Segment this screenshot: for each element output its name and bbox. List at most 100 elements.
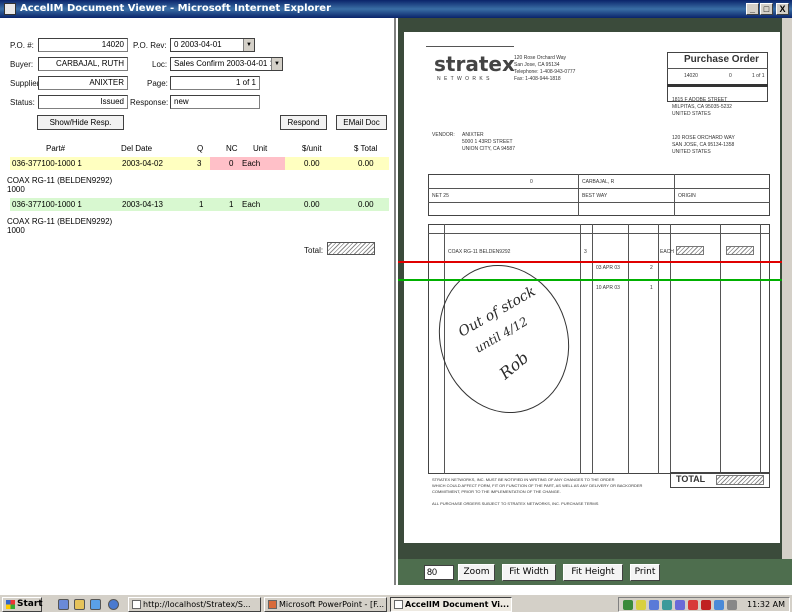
bill-to-2: SAN JOSE, CA 95134-1358 — [672, 142, 735, 148]
buyer-field[interactable]: CARBAJAL, RUTH — [38, 57, 128, 71]
doc-buyer: CARBAJAL, R — [582, 179, 615, 185]
windows-taskbar: Start http://localhost/Stratex/S... Micr… — [0, 594, 792, 612]
folder-quicklaunch-icon[interactable] — [74, 599, 85, 610]
doc-page: 1 of 1 — [752, 73, 765, 79]
col-header-price: $/unit — [302, 144, 322, 153]
row-description-2: 1000 — [7, 185, 25, 194]
po-number-label: P.O. #: — [10, 41, 34, 50]
document-canvas[interactable]: stratex N E T W O R K S 120 Rose Orchard… — [398, 18, 792, 559]
doc-line3-date: 10 APR 03 — [596, 285, 620, 291]
row-price: 0.00 — [304, 200, 320, 209]
tray-app-icon[interactable] — [688, 600, 698, 610]
fit-width-button[interactable]: Fit Width — [502, 564, 556, 581]
row-unit: Each — [242, 159, 261, 168]
show-hide-response-button[interactable]: Show/Hide Resp. — [37, 115, 124, 130]
supplier-field[interactable]: ANIXTER — [38, 76, 128, 90]
doc-po-number: 14020 — [684, 73, 698, 79]
stratex-logo: stratex — [434, 52, 515, 76]
maximize-button[interactable]: □ — [760, 3, 773, 15]
status-label: Status: — [10, 98, 35, 107]
row-qty: 1 — [199, 200, 204, 209]
doc-total-label: TOTAL — [676, 474, 706, 484]
windows-flag-icon — [6, 600, 15, 609]
tray-app-icon[interactable] — [636, 600, 646, 610]
row-del-date: 2003-04-02 — [122, 159, 163, 168]
col-header-total: $ Total — [354, 144, 378, 153]
row-total: 0.00 — [358, 200, 374, 209]
page-field[interactable]: 1 of 1 — [170, 76, 260, 90]
supplier-label: Supplier: — [10, 79, 42, 88]
taskbar-item-accelim[interactable]: AccelIM Document Vi... — [390, 597, 512, 612]
vendor-label: VENDOR: — [432, 132, 455, 138]
email-doc-button[interactable]: EMail Doc — [336, 115, 387, 130]
buyer-label: Buyer: — [10, 60, 34, 69]
table-row[interactable]: 036-377100-1000 1 2003-04-02 3 0 Each 0.… — [10, 157, 389, 170]
total-field — [327, 242, 375, 255]
total-label: Total: — [304, 246, 324, 255]
document-viewer: stratex N E T W O R K S 120 Rose Orchard… — [398, 18, 792, 585]
scanned-purchase-order: stratex N E T W O R K S 120 Rose Orchard… — [404, 32, 780, 543]
doc-line3-qty: 1 — [650, 285, 653, 291]
taskbar-item-browser[interactable]: http://localhost/Stratex/S... — [128, 597, 261, 612]
doc-total-redacted — [716, 475, 764, 485]
task-label-browser: http://localhost/Stratex/S... — [143, 600, 251, 609]
tray-app-icon[interactable] — [714, 600, 724, 610]
respond-button[interactable]: Respond — [280, 115, 327, 130]
bill-to-1: 120 ROSE ORCHARD WAY — [672, 135, 735, 141]
row-unit: Each — [242, 200, 261, 209]
tray-app-icon[interactable] — [662, 600, 672, 610]
doc-revision: 0 — [729, 73, 732, 79]
tray-volume-icon[interactable] — [727, 600, 737, 610]
tray-app-icon[interactable] — [649, 600, 659, 610]
chevron-down-icon: ▼ — [271, 58, 282, 70]
fit-height-button[interactable]: Fit Height — [563, 564, 623, 581]
company-address-4: Fax: 1-408-944-1818 — [514, 76, 561, 82]
row-part: 036-377100-1000 1 — [12, 200, 82, 209]
ship-to-1: 1815 F ADOBE STREET — [672, 97, 728, 103]
highlight-line-green — [398, 279, 782, 281]
doc-title: Purchase Order — [684, 54, 760, 65]
vertical-scrollbar[interactable] — [782, 18, 792, 559]
col-header-part: Part# — [46, 144, 66, 153]
status-field[interactable]: Issued — [38, 95, 128, 109]
vendor-address-1: 5000 1 43RD STREET — [462, 139, 513, 145]
tray-app-icon[interactable] — [675, 600, 685, 610]
table-row[interactable]: 036-377100-1000 1 2003-04-13 1 1 Each 0.… — [10, 198, 389, 211]
tray-network-icon[interactable] — [623, 600, 633, 610]
viewer-toolbar: 80 Zoom Fit Width Fit Height Print — [398, 559, 792, 585]
po-number-field[interactable]: 14020 — [38, 38, 128, 52]
page-label: Page: — [147, 79, 168, 88]
col-header-q: Q — [197, 144, 204, 153]
doc-revision-value: 0 — [530, 179, 533, 185]
row-price: 0.00 — [304, 159, 320, 168]
zoom-button[interactable]: Zoom — [458, 564, 495, 581]
row-description: COAX RG-11 (BELDEN9292) — [7, 217, 113, 226]
close-button[interactable]: X — [776, 3, 789, 15]
row-del-date: 2003-04-13 — [122, 200, 163, 209]
window-titlebar[interactable]: AccelIM Document Viewer - Microsoft Inte… — [0, 0, 792, 18]
taskbar-item-powerpoint[interactable]: Microsoft PowerPoint - [F... — [264, 597, 387, 612]
bill-to-3: UNITED STATES — [672, 149, 711, 155]
outlook-quicklaunch-icon[interactable] — [58, 599, 69, 610]
task-label-accelim: AccelIM Document Vi... — [405, 600, 510, 609]
ie-quicklaunch-icon[interactable] — [108, 599, 119, 610]
loc-value: Sales Confirm 2003-04-01 11: — [174, 59, 281, 68]
loc-label: Loc: — [152, 60, 168, 69]
start-button[interactable]: Start — [2, 597, 43, 612]
minimize-button[interactable]: _ — [746, 3, 759, 15]
po-form-panel: P.O. #: 14020 P.O. Rev: 0 2003-04-01 ▼ Bu… — [0, 18, 396, 585]
doc-extension-redacted — [726, 246, 754, 255]
response-field[interactable]: new — [170, 95, 260, 109]
print-button[interactable]: Print — [630, 564, 660, 581]
ie-icon — [394, 600, 403, 609]
doc-footer-2: WHICH COULD AFFECT FORM, FIT OR FUNCTION… — [432, 483, 643, 488]
doc-ship-via: BEST WAY — [582, 193, 608, 199]
po-rev-select[interactable]: 0 2003-04-01 ▼ — [170, 38, 255, 52]
doc-item-unit: EACH — [660, 249, 674, 255]
row-nc: 1 — [229, 200, 234, 209]
ship-to-2: MILPITAS, CA 95035-5232 — [672, 104, 732, 110]
loc-select[interactable]: Sales Confirm 2003-04-01 11: ▼ — [170, 57, 283, 71]
network-quicklaunch-icon[interactable] — [90, 599, 101, 610]
tray-app-icon[interactable] — [701, 600, 711, 610]
zoom-input[interactable]: 80 — [424, 565, 454, 580]
